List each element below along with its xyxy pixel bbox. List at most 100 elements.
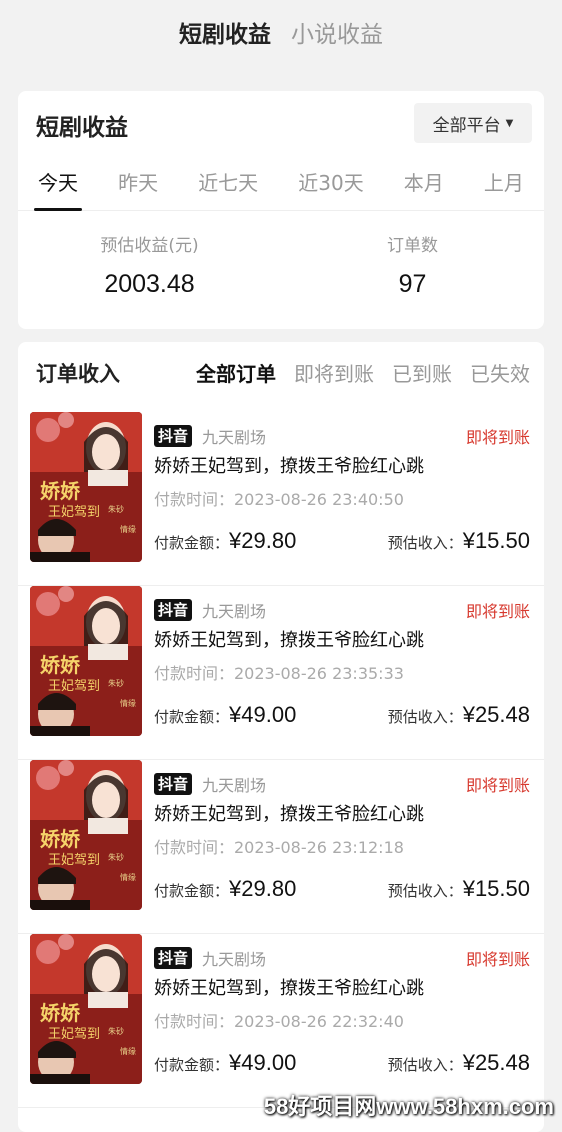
status-label: 即将到账 bbox=[466, 946, 530, 970]
pay-amount-value: ¥29.80 bbox=[229, 528, 296, 553]
est-income-value: ¥25.48 bbox=[463, 702, 530, 727]
caret-down-icon: ▼ bbox=[506, 118, 514, 129]
order-amount-row: 付款金额：¥29.80 预估收入：¥15.50 bbox=[154, 524, 530, 554]
filter-all-orders[interactable]: 全部订单 bbox=[196, 358, 276, 387]
stat-label: 预估收益(元) bbox=[18, 231, 281, 256]
svg-text:朱砂: 朱砂 bbox=[108, 852, 124, 862]
est-income-label: 预估收入： bbox=[388, 882, 463, 900]
pay-amount-value: ¥29.80 bbox=[229, 876, 296, 901]
filter-received[interactable]: 已到账 bbox=[392, 358, 452, 387]
svg-text:娇娇: 娇娇 bbox=[40, 1001, 81, 1025]
theater-name: 九天剧场 bbox=[202, 598, 266, 622]
order-amount-row: 付款金额：¥29.80 预估收入：¥15.50 bbox=[154, 872, 530, 902]
platform-badge: 抖音 bbox=[154, 599, 192, 621]
est-income-label: 预估收入： bbox=[388, 534, 463, 552]
pay-amount-label: 付款金额： bbox=[154, 534, 229, 552]
est-income-value: ¥15.50 bbox=[463, 876, 530, 901]
order-amount-row: 付款金额：¥49.00 预估收入：¥25.48 bbox=[154, 1046, 530, 1076]
order-item[interactable]: 娇娇 王妃驾到 朱砂 情缘 抖音 九天剧场 即将到账 娇娇王妃驾到，撩拨王爷脸红… bbox=[18, 934, 544, 1108]
tab-last-30-days[interactable]: 近30天 bbox=[298, 161, 363, 211]
theater-name: 九天剧场 bbox=[202, 946, 266, 970]
platform-badge: 抖音 bbox=[154, 425, 192, 447]
tab-yesterday[interactable]: 昨天 bbox=[118, 161, 158, 211]
tab-today[interactable]: 今天 bbox=[38, 161, 78, 211]
platform-select[interactable]: 全部平台 ▼ bbox=[414, 103, 532, 143]
order-info: 抖音 九天剧场 即将到账 娇娇王妃驾到，撩拨王爷脸红心跳 付款时间：2023-0… bbox=[154, 934, 530, 1084]
svg-text:王妃驾到: 王妃驾到 bbox=[48, 1027, 100, 1042]
order-meta-row: 抖音 九天剧场 即将到账 bbox=[154, 598, 530, 622]
order-filter-tabs: 全部订单 即将到账 已到账 已失效 bbox=[196, 358, 530, 387]
estimated-income: 预估收入：¥15.50 bbox=[388, 528, 530, 554]
pay-amount: 付款金额：¥49.00 bbox=[154, 1050, 296, 1076]
top-tab-bar: 短剧收益 小说收益 bbox=[0, 12, 562, 52]
order-item[interactable]: 娇娇 王妃驾到 朱砂 情缘 抖音 九天剧场 即将到账 娇娇王妃驾到，撩拨王爷脸红… bbox=[18, 412, 544, 586]
drama-poster-image: 娇娇 王妃驾到 朱砂 情缘 bbox=[30, 760, 142, 910]
pay-time: 付款时间：2023-08-26 23:12:18 bbox=[154, 834, 404, 858]
pay-amount: 付款金额：¥29.80 bbox=[154, 876, 296, 902]
theater-name: 九天剧场 bbox=[202, 772, 266, 796]
drama-title: 娇娇王妃驾到，撩拨王爷脸红心跳 bbox=[154, 452, 424, 478]
drama-title: 娇娇王妃驾到，撩拨王爷脸红心跳 bbox=[154, 974, 424, 1000]
pay-time: 付款时间：2023-08-26 23:35:33 bbox=[154, 660, 404, 684]
stat-value: 2003.48 bbox=[18, 270, 281, 299]
drama-poster-image: 娇娇 王妃驾到 朱砂 情缘 bbox=[30, 934, 142, 1084]
status-label: 即将到账 bbox=[466, 424, 530, 448]
svg-text:娇娇: 娇娇 bbox=[40, 827, 81, 851]
est-income-value: ¥15.50 bbox=[463, 528, 530, 553]
pay-amount-label: 付款金额： bbox=[154, 1056, 229, 1074]
tab-this-month[interactable]: 本月 bbox=[404, 161, 444, 211]
svg-text:朱砂: 朱砂 bbox=[108, 1026, 124, 1036]
pay-amount: 付款金额：¥49.00 bbox=[154, 702, 296, 728]
order-item[interactable]: 娇娇 王妃驾到 朱砂 情缘 抖音 九天剧场 即将到账 娇娇王妃驾到，撩拨王爷脸红… bbox=[18, 760, 544, 934]
date-range-tabs: 今天 昨天 近七天 近30天 本月 上月 bbox=[18, 161, 544, 211]
status-label: 即将到账 bbox=[466, 772, 530, 796]
est-income-label: 预估收入： bbox=[388, 1056, 463, 1074]
svg-text:王妃驾到: 王妃驾到 bbox=[48, 853, 100, 868]
stat-label: 订单数 bbox=[281, 231, 544, 256]
estimated-income: 预估收入：¥25.48 bbox=[388, 702, 530, 728]
order-info: 抖音 九天剧场 即将到账 娇娇王妃驾到，撩拨王爷脸红心跳 付款时间：2023-0… bbox=[154, 586, 530, 736]
pay-amount-label: 付款金额： bbox=[154, 882, 229, 900]
orders-title: 订单收入 bbox=[36, 358, 120, 388]
card-title: 短剧收益 bbox=[36, 108, 128, 142]
stats-row: 预估收益(元) 2003.48 订单数 97 bbox=[18, 231, 544, 299]
order-meta-row: 抖音 九天剧场 即将到账 bbox=[154, 946, 530, 970]
filter-expired[interactable]: 已失效 bbox=[470, 358, 530, 387]
order-item[interactable]: 娇娇 王妃驾到 朱砂 情缘 抖音 九天剧场 即将到账 娇娇王妃驾到，撩拨王爷脸红… bbox=[18, 586, 544, 760]
filter-pending[interactable]: 即将到账 bbox=[294, 358, 374, 387]
earnings-summary-card: 短剧收益 全部平台 ▼ 今天 昨天 近七天 近30天 本月 上月 预估收益(元)… bbox=[18, 91, 544, 329]
svg-text:王妃驾到: 王妃驾到 bbox=[48, 679, 100, 694]
watermark: 58好项目网www.58hxm.com bbox=[264, 1089, 554, 1121]
estimated-income: 预估收入：¥25.48 bbox=[388, 1050, 530, 1076]
order-amount-row: 付款金额：¥49.00 预估收入：¥25.48 bbox=[154, 698, 530, 728]
drama-poster-image: 娇娇 王妃驾到 朱砂 情缘 bbox=[30, 586, 142, 736]
theater-name: 九天剧场 bbox=[202, 424, 266, 448]
pay-amount: 付款金额：¥29.80 bbox=[154, 528, 296, 554]
svg-text:朱砂: 朱砂 bbox=[108, 678, 124, 688]
pay-time: 付款时间：2023-08-26 22:32:40 bbox=[154, 1008, 404, 1032]
tab-last-month[interactable]: 上月 bbox=[484, 161, 524, 211]
svg-text:朱砂: 朱砂 bbox=[108, 504, 124, 514]
status-label: 即将到账 bbox=[466, 598, 530, 622]
order-info: 抖音 九天剧场 即将到账 娇娇王妃驾到，撩拨王爷脸红心跳 付款时间：2023-0… bbox=[154, 412, 530, 562]
tab-novel-earnings[interactable]: 小说收益 bbox=[291, 15, 383, 49]
drama-title: 娇娇王妃驾到，撩拨王爷脸红心跳 bbox=[154, 800, 424, 826]
pay-time: 付款时间：2023-08-26 23:40:50 bbox=[154, 486, 404, 510]
estimated-income: 预估收入：¥15.50 bbox=[388, 876, 530, 902]
tab-short-drama-earnings[interactable]: 短剧收益 bbox=[179, 15, 271, 49]
order-income-card: 订单收入 全部订单 即将到账 已到账 已失效 娇娇 王妃驾到 bbox=[18, 342, 544, 1132]
platform-badge: 抖音 bbox=[154, 947, 192, 969]
stat-order-count: 订单数 97 bbox=[281, 231, 544, 299]
est-income-value: ¥25.48 bbox=[463, 1050, 530, 1075]
drama-poster-image: 娇娇 王妃驾到 朱砂 情缘 bbox=[30, 412, 142, 562]
pay-amount-label: 付款金额： bbox=[154, 708, 229, 726]
svg-text:娇娇: 娇娇 bbox=[40, 479, 81, 503]
svg-text:娇娇: 娇娇 bbox=[40, 653, 81, 677]
order-meta-row: 抖音 九天剧场 即将到账 bbox=[154, 772, 530, 796]
svg-text:情缘: 情缘 bbox=[120, 872, 136, 882]
svg-text:情缘: 情缘 bbox=[120, 524, 136, 534]
tab-last-7-days[interactable]: 近七天 bbox=[198, 161, 258, 211]
order-info: 抖音 九天剧场 即将到账 娇娇王妃驾到，撩拨王爷脸红心跳 付款时间：2023-0… bbox=[154, 760, 530, 910]
svg-text:王妃驾到: 王妃驾到 bbox=[48, 505, 100, 520]
drama-title: 娇娇王妃驾到，撩拨王爷脸红心跳 bbox=[154, 626, 424, 652]
